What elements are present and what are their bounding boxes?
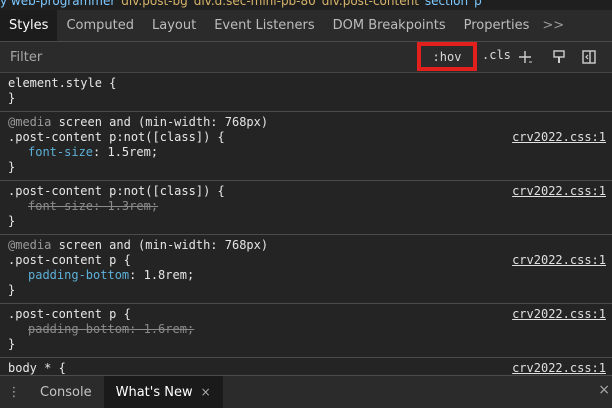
media-query: @media screen and (min-width: 768px) xyxy=(8,115,604,130)
css-declaration[interactable]: padding-bottom: 1.6rem; xyxy=(8,322,604,337)
drawer-tabs: ⋮ Console What's New × × xyxy=(0,375,612,408)
property-name[interactable]: padding-bottom xyxy=(28,268,129,282)
property-value[interactable]: 1.8rem; xyxy=(144,268,195,282)
media-keyword: @media xyxy=(8,238,59,252)
drawer-tab-console[interactable]: Console xyxy=(28,376,104,408)
closing-brace: } xyxy=(8,337,16,351)
class-toggle-button[interactable]: .cls xyxy=(482,48,511,62)
rule-selector: element.style { xyxy=(8,76,117,90)
sidebar-toggle-icon[interactable] xyxy=(579,47,599,67)
media-condition: screen and (min-width: 768px) xyxy=(58,115,269,129)
stylesheet-link[interactable]: crv2022.css:1 xyxy=(512,130,606,145)
new-rule-icon[interactable] xyxy=(515,47,535,67)
property-colon: : xyxy=(129,268,144,282)
breadcrumb-item[interactable]: section xyxy=(425,0,468,8)
kebab-menu-icon[interactable]: ⋮ xyxy=(0,376,28,408)
tab-properties[interactable]: Properties xyxy=(455,10,539,41)
css-declaration[interactable]: padding-bottom: 1.8rem; xyxy=(8,268,604,283)
closing-brace: } xyxy=(8,91,16,105)
css-declaration[interactable]: font-size: 1.3rem; xyxy=(8,199,604,214)
drawer-tab-label: What's New xyxy=(115,384,193,400)
css-rule: body * {crv2022.css:1 xyxy=(0,358,612,375)
filter-input[interactable] xyxy=(8,48,392,66)
css-rule: element.style {} xyxy=(0,73,612,112)
property-value[interactable]: 1.6rem; xyxy=(144,322,195,336)
tab-computed[interactable]: Computed xyxy=(57,10,143,41)
closing-brace: } xyxy=(8,160,16,174)
media-condition: screen and (min-width: 768px) xyxy=(58,238,269,252)
property-name[interactable]: padding-bottom xyxy=(28,322,129,336)
tab-event-listeners[interactable]: Event Listeners xyxy=(205,10,323,41)
css-rule: .post-content p {crv2022.css:1 padding-bo… xyxy=(0,304,612,358)
stylesheet-link[interactable]: crv2022.css:1 xyxy=(512,253,606,268)
tab-layout[interactable]: Layout xyxy=(143,10,205,41)
breadcrumb-item[interactable]: div.post-content xyxy=(322,0,419,8)
hover-state-toggle-button[interactable]: :hov xyxy=(417,42,477,71)
tab-styles[interactable]: Styles xyxy=(0,10,58,41)
css-rule: @media screen and (min-width: 768px) .pos… xyxy=(0,235,612,304)
property-name[interactable]: font-size xyxy=(28,199,93,213)
property-value[interactable]: 1.5rem; xyxy=(107,145,158,159)
closing-brace: } xyxy=(8,283,16,297)
breadcrumb-item[interactable]: div.post-bg xyxy=(121,0,187,8)
breadcrumb-item[interactable]: div.d.sec-mini-pb-80 xyxy=(194,0,316,8)
tab-dom-breakpoints[interactable]: DOM Breakpoints xyxy=(324,10,455,41)
css-rule: .post-content p:not([class]) {crv2022.cs… xyxy=(0,181,612,235)
close-drawer-icon[interactable]: × xyxy=(598,382,610,398)
property-value[interactable]: 1.3rem; xyxy=(107,199,158,213)
css-rule: @media screen and (min-width: 768px) .pos… xyxy=(0,112,612,181)
breadcrumb: y web-programmer div.post-bg div.d.sec-min… xyxy=(0,0,612,10)
paint-brush-icon[interactable] xyxy=(549,47,569,67)
styles-rules-pane: element.style {} @media screen and (min-w… xyxy=(0,73,612,375)
panel-tabs: Styles Computed Layout Event Listeners DOM B… xyxy=(0,10,612,42)
close-icon[interactable]: × xyxy=(201,385,211,399)
drawer-tab-what-s-new[interactable]: What's New × xyxy=(103,376,223,408)
more-tabs-chevron-icon[interactable]: >> xyxy=(538,10,573,41)
filter-bar: :hov .cls xyxy=(0,42,612,73)
stylesheet-link[interactable]: crv2022.css:1 xyxy=(512,307,606,322)
stylesheet-link[interactable]: crv2022.css:1 xyxy=(512,184,606,199)
drawer-tab-label: Console xyxy=(40,384,92,400)
stylesheet-link[interactable]: crv2022.css:1 xyxy=(512,361,606,375)
property-colon: : xyxy=(93,145,108,159)
property-colon: : xyxy=(93,199,108,213)
media-query: @media screen and (min-width: 768px) xyxy=(8,238,604,253)
media-keyword: @media xyxy=(8,115,59,129)
css-declaration[interactable]: font-size: 1.5rem; xyxy=(8,145,604,160)
property-name[interactable]: font-size xyxy=(28,145,93,159)
closing-brace: } xyxy=(8,214,16,228)
breadcrumb-item[interactable]: p xyxy=(474,0,482,8)
breadcrumb-item[interactable]: y web-programmer xyxy=(0,0,115,8)
property-colon: : xyxy=(129,322,144,336)
